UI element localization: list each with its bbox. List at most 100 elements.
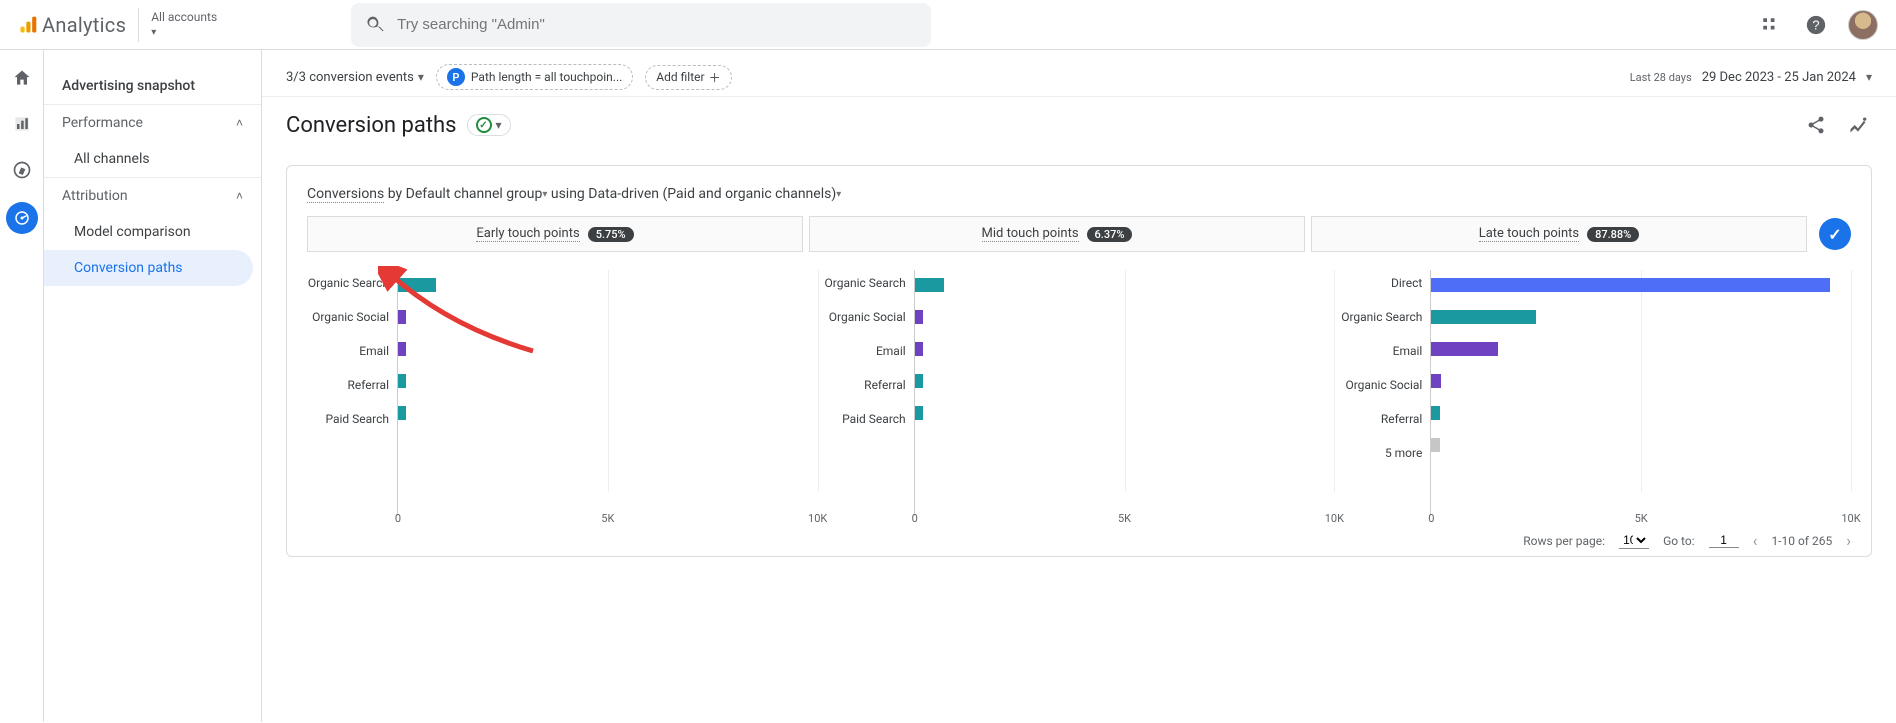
ga-logo[interactable]: Analytics <box>18 13 126 37</box>
category-label: Paid Search <box>824 412 906 426</box>
category-label: Organic Social <box>307 310 389 324</box>
filter-row: 3/3 conversion events ▾ PPath length = a… <box>262 50 1896 97</box>
chart-mid-touch-points: Organic SearchOrganic SocialEmailReferra… <box>824 256 1335 516</box>
chevron-down-icon: ▾ <box>151 26 217 40</box>
x-tick: 0 <box>1428 512 1434 525</box>
bar[interactable] <box>1431 438 1439 452</box>
bar[interactable] <box>398 278 436 292</box>
analytics-icon <box>18 15 38 35</box>
category-label: Paid Search <box>307 412 389 426</box>
charts-row: Organic Search Organic Social Email Referra… <box>307 256 1851 516</box>
date-range-text: 29 Dec 2023 - 25 Jan 2024 <box>1702 70 1856 85</box>
avatar[interactable] <box>1848 10 1878 40</box>
bar[interactable] <box>398 310 406 324</box>
bar[interactable] <box>915 406 923 420</box>
account-label: All accounts <box>151 10 217 24</box>
category-label: Referral <box>1340 412 1422 426</box>
filter-badge-p-icon: P <box>447 68 465 86</box>
page-next-icon[interactable]: › <box>1846 531 1851 550</box>
tab-late-touch[interactable]: Late touch points87.88% <box>1311 216 1807 252</box>
bar[interactable] <box>398 406 406 420</box>
rail-reports-icon[interactable] <box>8 110 36 138</box>
category-label: Organic Search <box>824 276 906 290</box>
chart-early-touch-points: Organic SearchOrganic SocialEmailReferra… <box>307 256 818 516</box>
rail-explore-icon[interactable] <box>8 156 36 184</box>
bar[interactable] <box>1431 278 1830 292</box>
bar[interactable] <box>915 278 944 292</box>
bar[interactable] <box>915 310 923 324</box>
page-range: 1-10 of 265 <box>1771 534 1832 548</box>
chart-late-touch-points: DirectOrganic SearchEmailOrganic SocialR… <box>1340 256 1851 516</box>
sidebar-all-channels[interactable]: All channels <box>44 141 261 177</box>
bar[interactable] <box>1431 374 1440 388</box>
search-box[interactable] <box>351 3 931 47</box>
title-row: Conversion paths ▾ <box>262 97 1896 153</box>
path-length-filter[interactable]: PPath length = all touchpoin... <box>436 64 633 90</box>
rail-advertising-icon[interactable] <box>6 202 38 234</box>
chart-area: 05K10K <box>914 270 1335 516</box>
category-label: Organic Social <box>1340 378 1422 392</box>
bar[interactable] <box>1431 342 1498 356</box>
bar[interactable] <box>915 374 923 388</box>
apply-check-icon[interactable]: ✓ <box>1819 218 1851 250</box>
chart-category-labels: DirectOrganic SearchEmailOrganic SocialR… <box>1340 270 1430 516</box>
model-select[interactable]: Data-driven (Paid and organic channels) <box>588 186 841 202</box>
bar[interactable] <box>1431 310 1536 324</box>
date-range-picker[interactable]: Last 28 days 29 Dec 2023 - 25 Jan 2024 ▾ <box>1630 70 1872 85</box>
chevron-up-icon: ˄ <box>236 189 243 203</box>
bar[interactable] <box>398 374 406 388</box>
conversions-card: Conversions by Default channel group usi… <box>286 165 1872 557</box>
category-label: Email <box>307 344 389 358</box>
chevron-down-icon: ▾ <box>1866 70 1872 84</box>
insights-icon[interactable] <box>1844 111 1872 139</box>
page-prev-icon[interactable]: ‹ <box>1753 531 1758 550</box>
search-input[interactable] <box>397 16 917 33</box>
sidebar-snapshot[interactable]: Advertising snapshot <box>44 68 261 104</box>
page-title: Conversion paths <box>286 113 457 138</box>
card-header: Conversions by Default channel group usi… <box>307 186 1851 202</box>
metric-conversions[interactable]: Conversions <box>307 186 384 203</box>
tab-mid-touch[interactable]: Mid touch points6.37% <box>809 216 1305 252</box>
rows-per-page-select[interactable]: 10 <box>1619 532 1649 549</box>
channel-group-select[interactable]: Default channel group <box>406 186 548 202</box>
share-icon[interactable] <box>1802 111 1830 139</box>
x-tick: 5K <box>1118 512 1131 525</box>
x-tick: 0 <box>395 512 401 525</box>
sidebar-attribution-section[interactable]: Attribution ˄ <box>44 177 261 214</box>
rows-per-page-label: Rows per page: <box>1523 534 1605 548</box>
account-selector[interactable]: All accounts ▾ <box>138 8 229 42</box>
category-label: Organic Social <box>824 310 906 324</box>
sidebar-model-comparison[interactable]: Model comparison <box>44 214 261 250</box>
status-chip[interactable]: ▾ <box>467 114 511 136</box>
tab-early-touch[interactable]: Early touch points5.75% <box>307 216 803 252</box>
side-panel: Advertising snapshot Performance ˄ All c… <box>44 50 262 722</box>
rail-home-icon[interactable] <box>8 64 36 92</box>
sidebar-attribution-label: Attribution <box>62 188 128 204</box>
bar[interactable] <box>1431 406 1439 420</box>
add-filter-button[interactable]: Add filter＋ <box>645 65 731 90</box>
conversion-events-select[interactable]: 3/3 conversion events ▾ <box>286 70 424 85</box>
goto-input[interactable] <box>1709 533 1739 548</box>
sidebar-performance-section[interactable]: Performance ˄ <box>44 104 261 141</box>
help-icon[interactable]: ? <box>1802 11 1830 39</box>
chart-area: 05K10K <box>1430 270 1851 516</box>
chevron-down-icon: ▾ <box>496 118 502 132</box>
sidebar-performance-label: Performance <box>62 115 143 131</box>
category-label: 5 more <box>1340 446 1422 460</box>
x-tick: 0 <box>912 512 918 525</box>
main-content: 3/3 conversion events ▾ PPath length = a… <box>262 50 1896 722</box>
paginator: Rows per page: 10 Go to: ‹ 1-10 of 265 › <box>1523 531 1851 550</box>
sidebar-conversion-paths[interactable]: Conversion paths <box>44 250 253 286</box>
bar[interactable] <box>915 342 923 356</box>
category-label: Referral <box>824 378 906 392</box>
bar[interactable] <box>398 342 406 356</box>
app-title: Analytics <box>42 13 126 37</box>
top-bar: Analytics All accounts ▾ ? <box>0 0 1896 50</box>
category-label: Direct <box>1340 276 1422 290</box>
x-tick: 5K <box>601 512 614 525</box>
nav-rail <box>0 50 44 722</box>
apps-icon[interactable] <box>1756 11 1784 39</box>
chart-category-labels: Organic SearchOrganic SocialEmailReferra… <box>824 270 914 516</box>
x-tick: 10K <box>1841 512 1860 525</box>
chevron-up-icon: ˄ <box>236 116 243 130</box>
